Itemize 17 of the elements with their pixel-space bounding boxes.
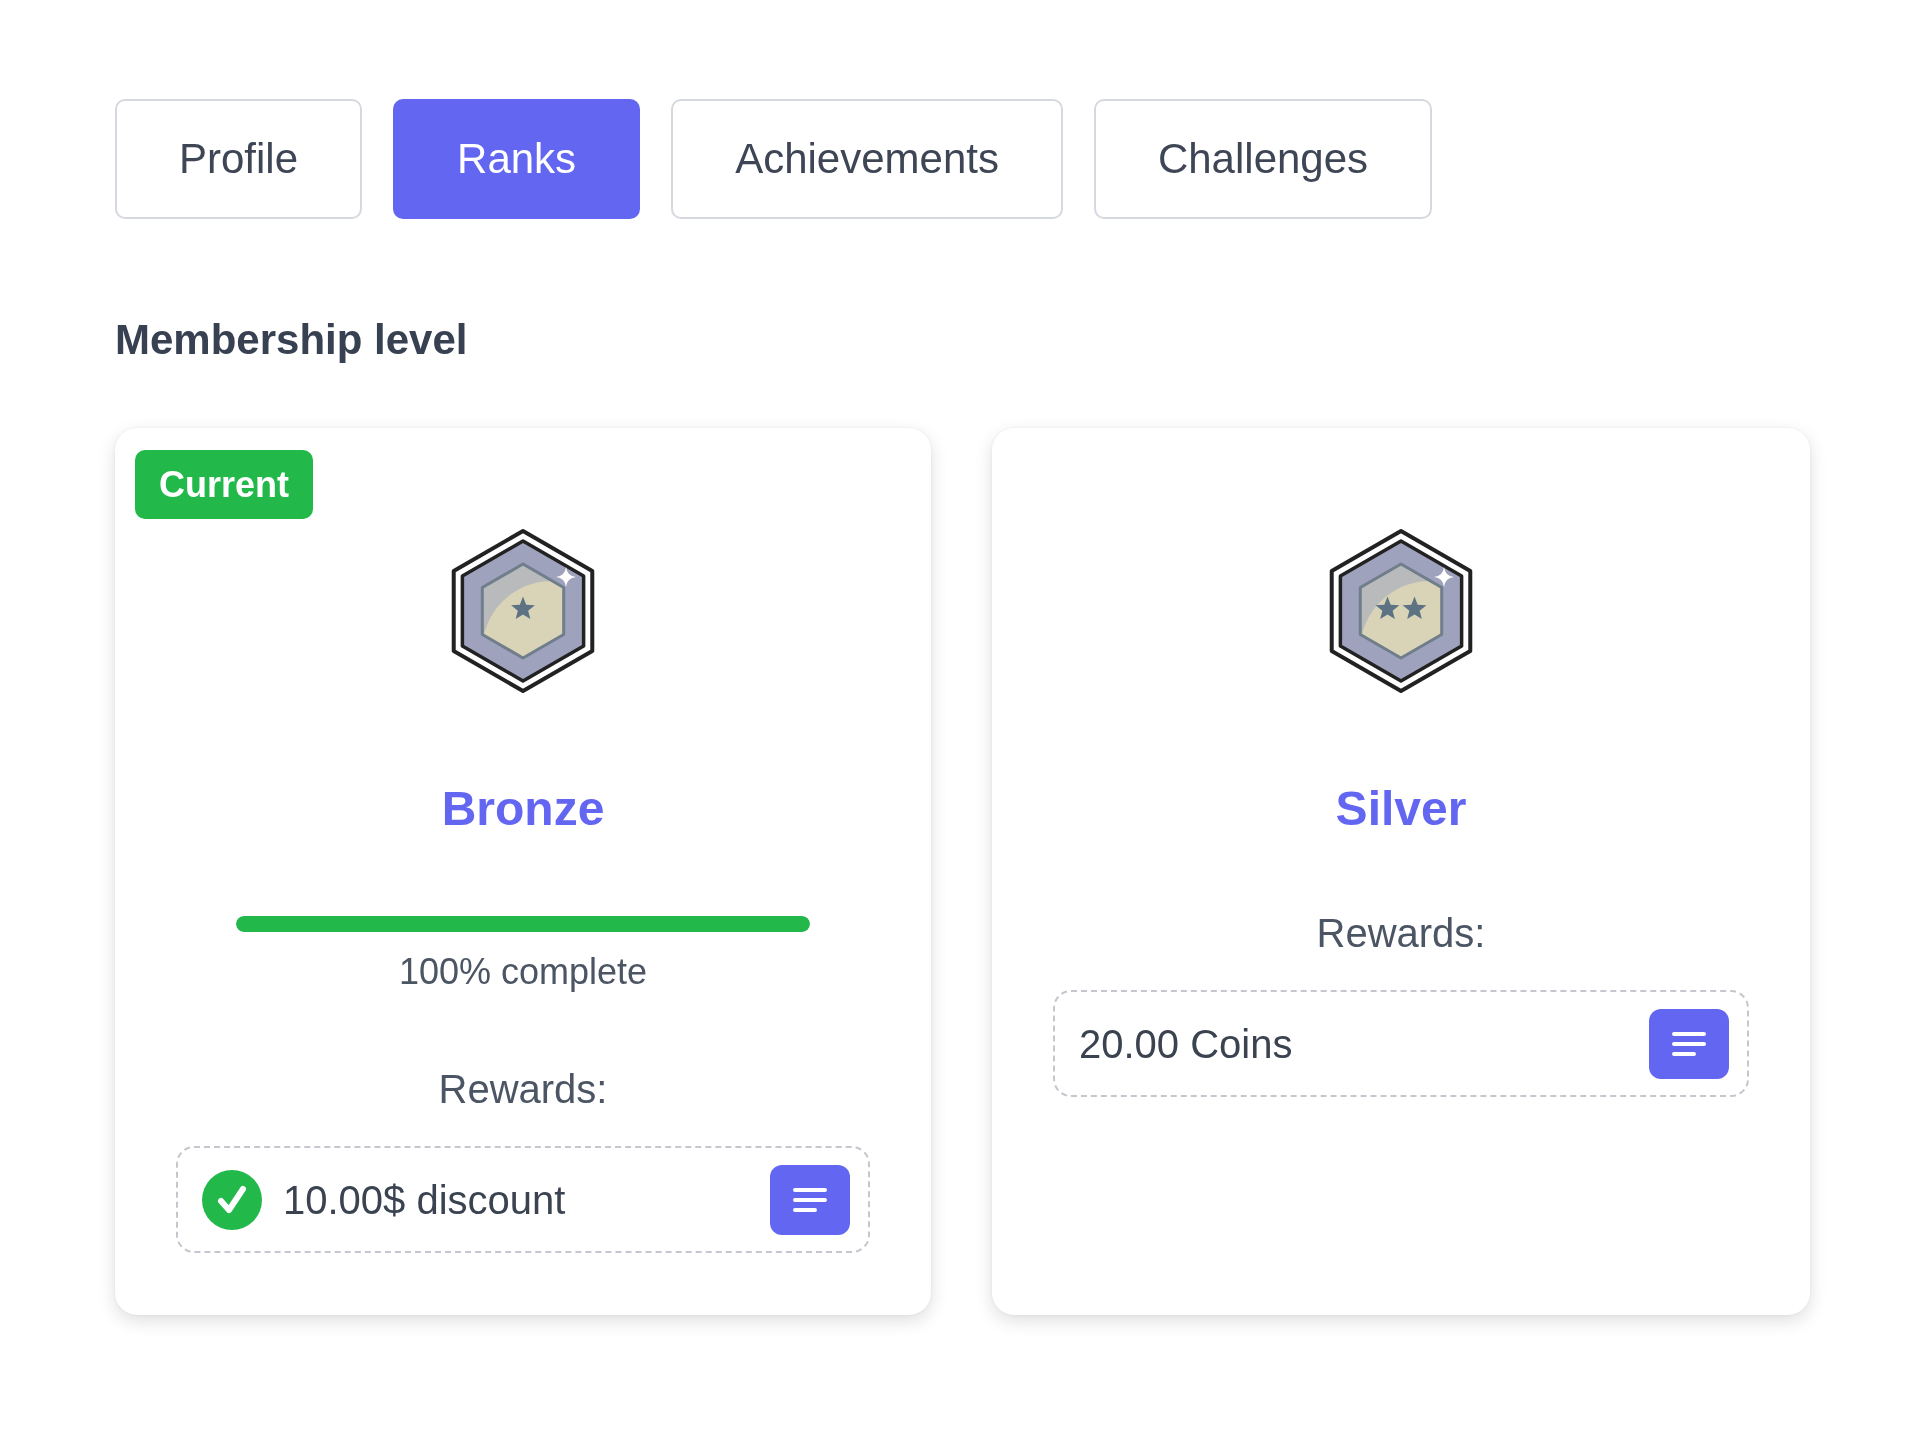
text-lines-icon bbox=[1672, 1031, 1706, 1056]
tab[interactable]: Profile bbox=[115, 99, 363, 219]
reward-text: 20.00 Coins bbox=[1079, 1020, 1293, 1068]
section-heading: Membership level bbox=[115, 315, 468, 365]
level-title: Bronze bbox=[441, 781, 605, 837]
reward-details-button[interactable] bbox=[1649, 1008, 1729, 1079]
text-lines-icon bbox=[793, 1187, 827, 1212]
rewards-label: Rewards: bbox=[438, 1066, 608, 1113]
reward-text: 10.00$ discount bbox=[283, 1176, 566, 1224]
reward-details-button[interactable] bbox=[770, 1164, 850, 1235]
progress-reading: 100% complete bbox=[398, 950, 648, 994]
current-level-tag: Current bbox=[135, 450, 313, 519]
level-title: Silver bbox=[1335, 781, 1467, 837]
tab[interactable]: Challenges bbox=[1093, 99, 1433, 219]
tab[interactable]: Achievements bbox=[671, 99, 1063, 219]
rewards-label: Rewards: bbox=[1316, 910, 1486, 957]
tab[interactable]: Ranks bbox=[393, 99, 641, 219]
